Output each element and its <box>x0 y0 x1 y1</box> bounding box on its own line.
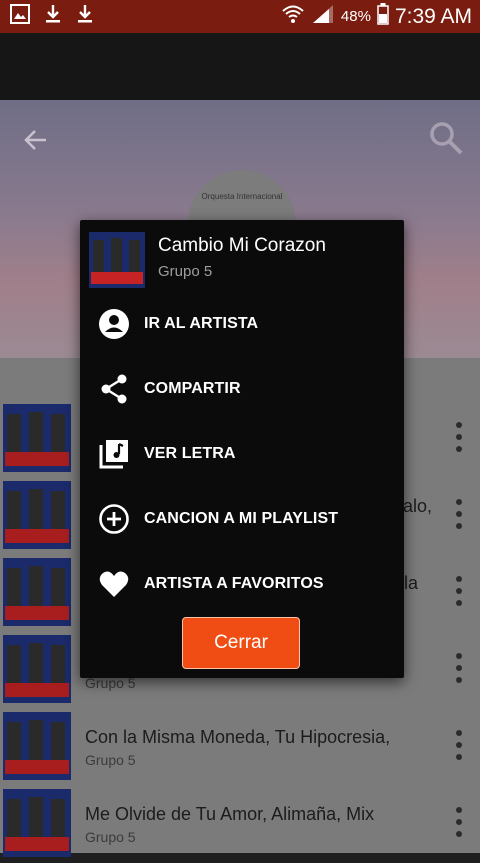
song-title: Con la Misma Moneda, Tu Hipocresia, <box>85 727 391 747</box>
more-vert-icon[interactable] <box>454 498 464 535</box>
menu-item-go-to-artist[interactable]: IR AL ARTISTA <box>80 295 404 355</box>
app-bar <box>0 33 480 100</box>
menu-item-label: COMPARTIR <box>144 380 241 397</box>
close-button[interactable]: Cerrar <box>182 617 300 669</box>
arrow-left-icon[interactable] <box>22 126 50 159</box>
download-icon <box>76 4 94 29</box>
share-icon <box>98 373 130 405</box>
menu-item-label: VER LETRA <box>144 445 236 462</box>
song-artist: Grupo 5 <box>85 752 136 768</box>
song-artist: Grupo 5 <box>85 829 136 845</box>
more-vert-icon[interactable] <box>454 575 464 612</box>
status-bar: 48% 7:39 AM <box>0 0 480 33</box>
menu-item-share[interactable]: COMPARTIR <box>80 360 404 420</box>
more-vert-icon[interactable] <box>454 421 464 458</box>
song-title: la <box>404 573 419 593</box>
more-vert-icon[interactable] <box>454 729 464 766</box>
menu-item-label: ARTISTA A FAVORITOS <box>144 575 324 592</box>
menu-item-label: CANCION A MI PLAYLIST <box>144 510 339 527</box>
menu-item-add-to-playlist[interactable]: CANCION A MI PLAYLIST <box>80 490 404 550</box>
list-item[interactable]: Me Olvide de Tu Amor, Alimaña, Mix Grupo… <box>0 786 480 863</box>
account-circle-icon <box>98 308 130 340</box>
song-options-dialog: Cambio Mi Corazon Grupo 5 IR AL ARTISTA … <box>80 220 404 678</box>
album-art <box>3 481 71 549</box>
more-vert-icon[interactable] <box>454 806 464 843</box>
song-title: Me Olvide de Tu Amor, Alimaña, Mix <box>85 804 375 824</box>
search-icon[interactable] <box>428 120 464 161</box>
logo-caption: Orquesta Internacional <box>201 192 283 201</box>
battery-percent: 48% <box>340 8 371 25</box>
download-icon <box>44 4 62 29</box>
song-title: alo, <box>403 496 433 516</box>
album-art <box>3 635 71 703</box>
add-circle-icon <box>98 503 130 535</box>
signal-icon <box>311 3 335 30</box>
menu-item-favorite-artist[interactable]: ARTISTA A FAVORITOS <box>80 555 404 615</box>
battery-icon <box>377 3 389 30</box>
list-item[interactable]: Con la Misma Moneda, Tu Hipocresia, Grup… <box>0 709 480 786</box>
album-art <box>3 789 71 857</box>
dialog-title: Cambio Mi Corazon <box>158 235 326 256</box>
wifi-icon <box>281 3 305 30</box>
lyrics-icon <box>98 438 130 470</box>
album-art <box>3 712 71 780</box>
image-icon <box>10 4 30 29</box>
album-art <box>3 404 71 472</box>
menu-item-label: IR AL ARTISTA <box>144 315 259 332</box>
album-art <box>89 232 145 288</box>
heart-icon <box>98 568 130 600</box>
dialog-artist: Grupo 5 <box>158 263 213 280</box>
clock: 7:39 AM <box>394 4 472 28</box>
more-vert-icon[interactable] <box>454 652 464 689</box>
menu-item-view-lyrics[interactable]: VER LETRA <box>80 425 404 485</box>
album-art <box>3 558 71 626</box>
